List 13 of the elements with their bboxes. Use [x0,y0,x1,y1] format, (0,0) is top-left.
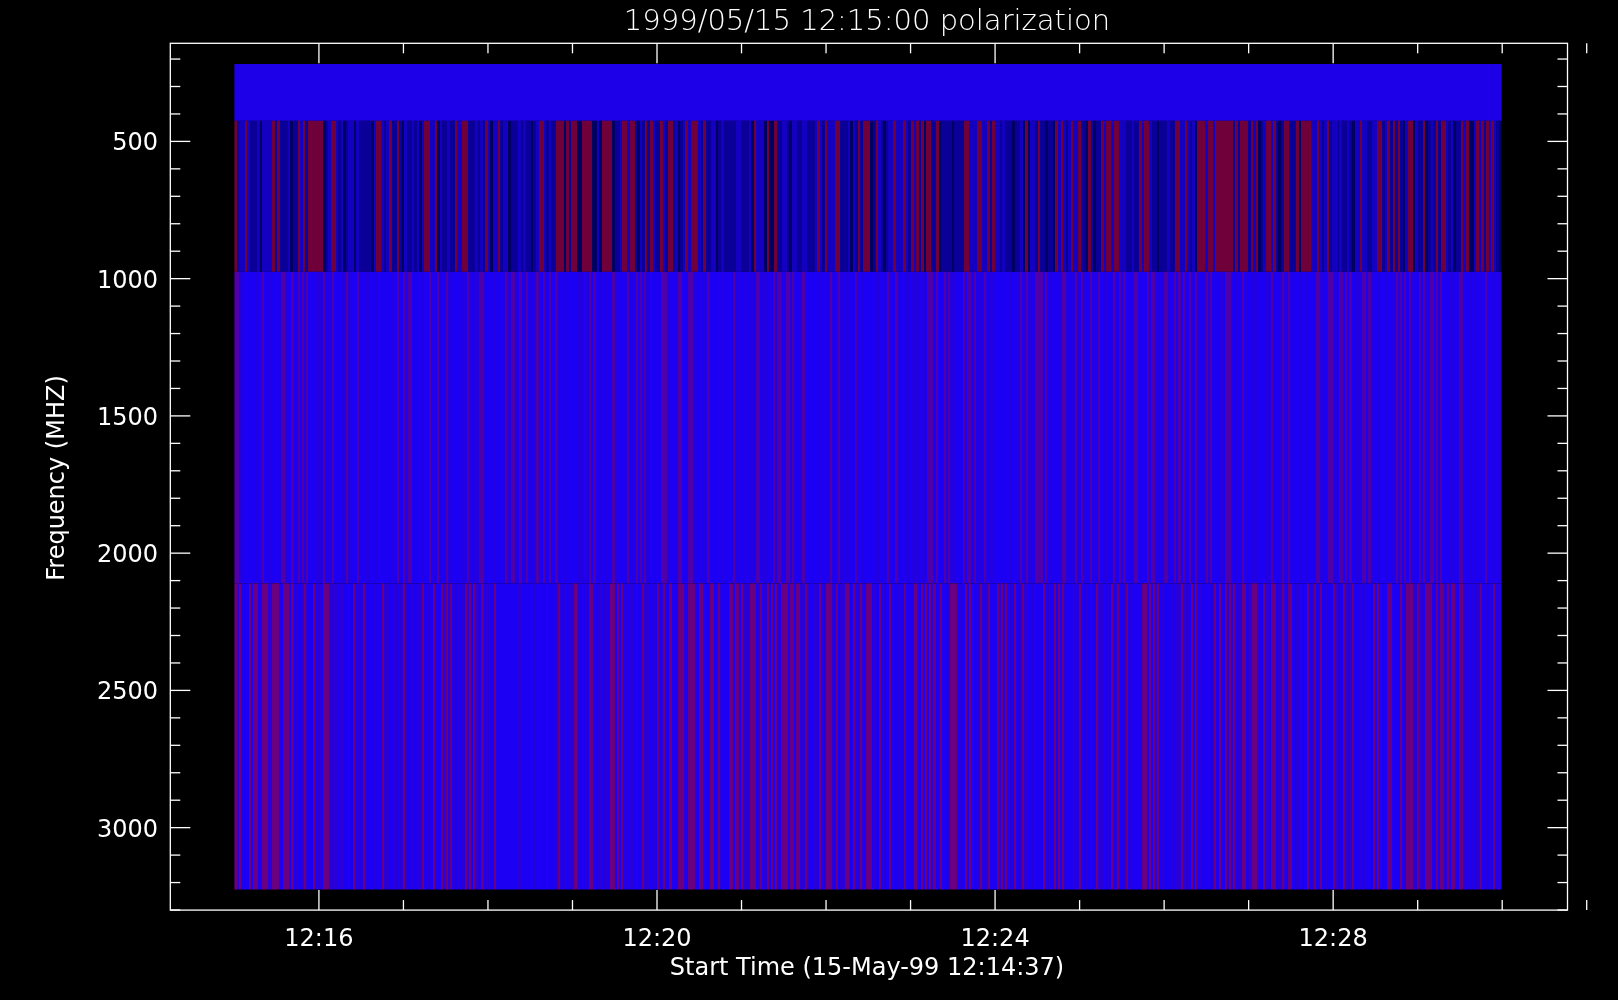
y-tick-label: 2500 [96,677,158,706]
y-tick-label: 1000 [96,265,158,294]
x-tick-label: 12:16 [284,924,354,952]
y-axis-label: Frequency (MHZ) [42,375,70,581]
y-tick-label: 3000 [96,814,158,843]
plot-title: 1999/05/15 12:15:00 polarization [623,3,1111,37]
x-tick-label: 12:20 [622,924,692,952]
x-tick-label: 12:24 [960,924,1030,952]
y-tick-label: 500 [112,128,158,157]
x-tick-label: 12:28 [1298,924,1368,952]
y-tick-label: 2000 [96,540,158,569]
y-tick-label: 1500 [96,402,158,431]
x-axis-label: Start Time (15-May-99 12:14:37) [669,953,1065,981]
